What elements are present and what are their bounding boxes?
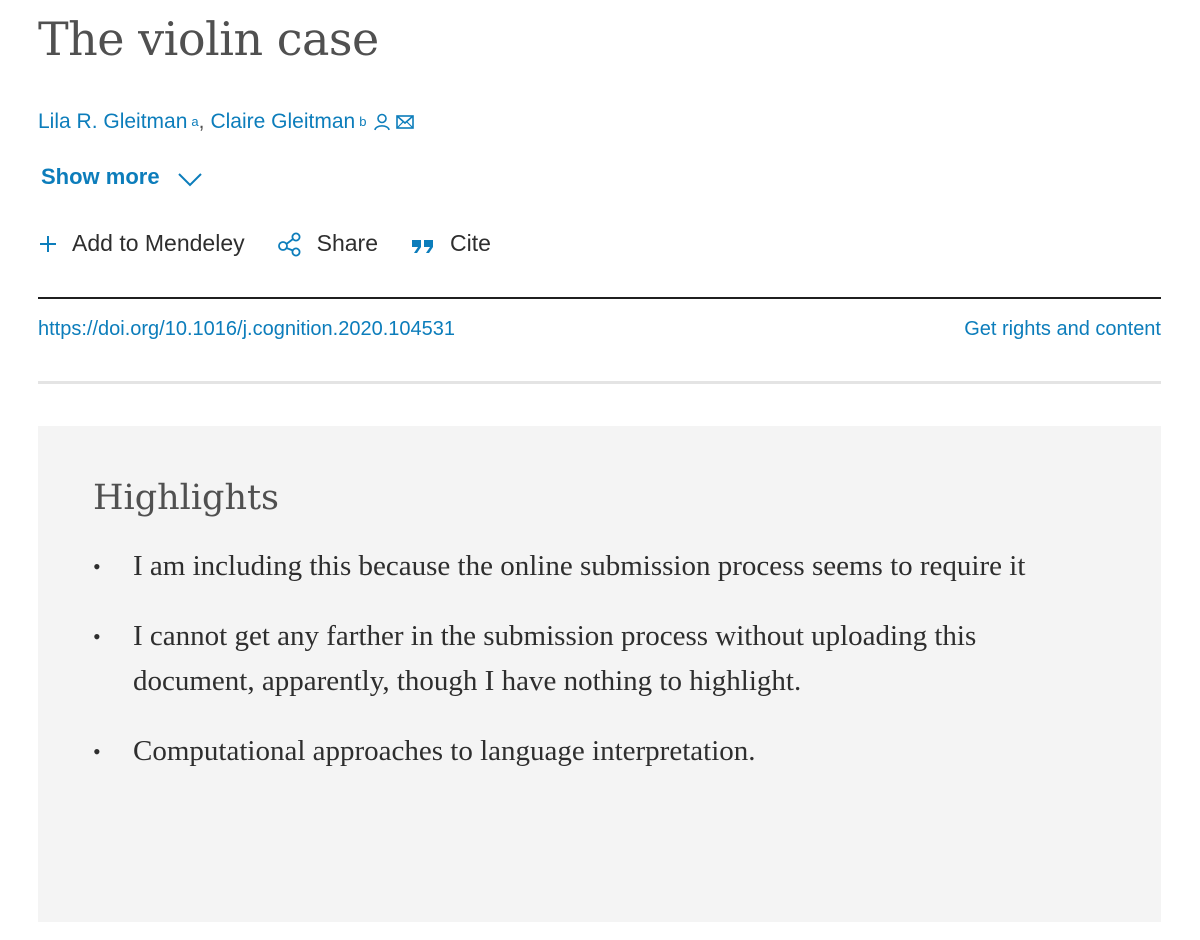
article-actions: Add to Mendeley Share Cite (38, 230, 523, 257)
page-bottom (0, 922, 1200, 940)
plus-icon (40, 235, 56, 252)
highlight-text: I am including this because the online s… (133, 550, 1026, 582)
highlight-text: Computational approaches to language int… (133, 735, 756, 767)
author-affiliation-1[interactable]: a (191, 108, 198, 136)
show-more-label: Show more (41, 164, 160, 189)
article-title: The violin case (38, 12, 379, 66)
share-button[interactable]: Share (277, 230, 378, 257)
quote-icon (412, 239, 433, 253)
share-icon (277, 232, 301, 256)
doi-link[interactable]: https://doi.org/10.1016/j.cognition.2020… (38, 318, 455, 341)
chevron-down-icon (177, 173, 202, 187)
list-item: • Computational approaches to language i… (93, 729, 1053, 774)
bullet-marker: • (93, 739, 101, 764)
list-item: • I cannot get any farther in the submis… (93, 614, 1053, 704)
author-link-1[interactable]: Lila R. Gleitman (38, 108, 187, 136)
author-separator: , (198, 110, 205, 133)
cite-label: Cite (450, 230, 491, 256)
author-affiliation-2[interactable]: b (359, 108, 366, 136)
author-list: Lila R. Gleitman a , Claire Gleitman b (38, 108, 415, 136)
header-divider (38, 297, 1161, 299)
share-label: Share (316, 230, 378, 256)
envelope-icon[interactable] (396, 115, 415, 129)
bullet-marker: • (93, 554, 101, 579)
list-item: • I am including this because the online… (93, 544, 1053, 589)
add-to-mendeley-button[interactable]: Add to Mendeley (38, 230, 245, 257)
person-icon[interactable] (374, 113, 391, 131)
author-link-2[interactable]: Claire Gleitman (210, 108, 355, 136)
show-more-button[interactable]: Show more (41, 164, 202, 190)
cite-button[interactable]: Cite (410, 230, 491, 257)
section-divider (38, 381, 1161, 384)
highlights-heading: Highlights (93, 478, 280, 518)
bullet-marker: • (93, 624, 101, 649)
highlights-panel: Highlights • I am including this because… (38, 426, 1161, 922)
get-rights-link[interactable]: Get rights and content (964, 318, 1161, 341)
mendeley-label: Add to Mendeley (72, 230, 245, 256)
highlight-text: I cannot get any farther in the submissi… (133, 620, 977, 697)
highlights-list: • I am including this because the online… (93, 544, 1053, 799)
